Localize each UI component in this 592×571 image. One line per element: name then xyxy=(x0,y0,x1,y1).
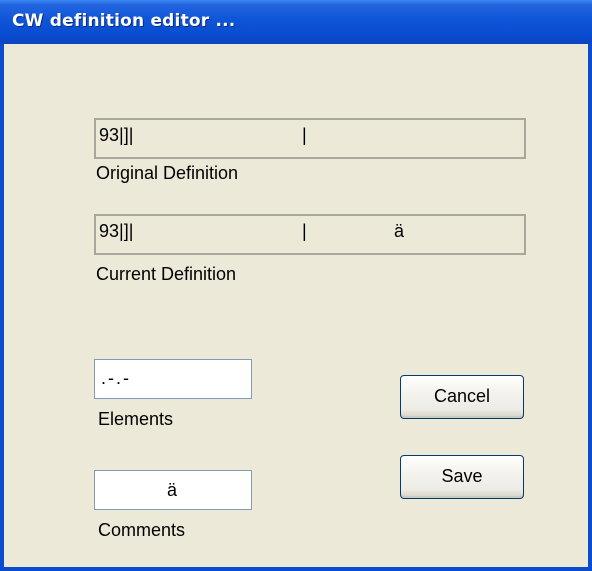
elements-input[interactable]: .-.- xyxy=(94,359,252,399)
comments-label: Comments xyxy=(98,520,186,540)
original-definition-segment-2: | xyxy=(302,125,307,145)
elements-value: .-.- xyxy=(101,368,131,388)
current-definition-label: Current Definition xyxy=(96,264,237,284)
comments-input[interactable]: ä xyxy=(94,470,252,510)
original-definition-segment-1: 93|]| xyxy=(99,125,134,145)
window-frame-left xyxy=(0,44,4,571)
comments-value: ä xyxy=(167,480,178,500)
window-frame-right xyxy=(588,44,592,571)
current-definition-field: 93|]| | ä xyxy=(94,214,526,255)
original-definition-field: 93|]| | xyxy=(94,118,526,159)
current-definition-segment-1: 93|]| xyxy=(99,221,134,241)
window-frame-bottom xyxy=(0,567,592,571)
title-bar[interactable]: CW definition editor ... xyxy=(0,0,592,44)
cancel-button[interactable]: Cancel xyxy=(400,375,524,419)
original-definition-label: Original Definition xyxy=(96,163,239,183)
current-definition-segment-3: ä xyxy=(394,221,405,241)
window-title: CW definition editor ... xyxy=(12,11,236,31)
current-definition-segment-2: | xyxy=(302,221,307,241)
elements-label: Elements xyxy=(98,409,174,429)
cw-definition-editor-window: CW definition editor ... 93|]| | Origina… xyxy=(0,0,592,571)
save-button[interactable]: Save xyxy=(400,455,524,499)
